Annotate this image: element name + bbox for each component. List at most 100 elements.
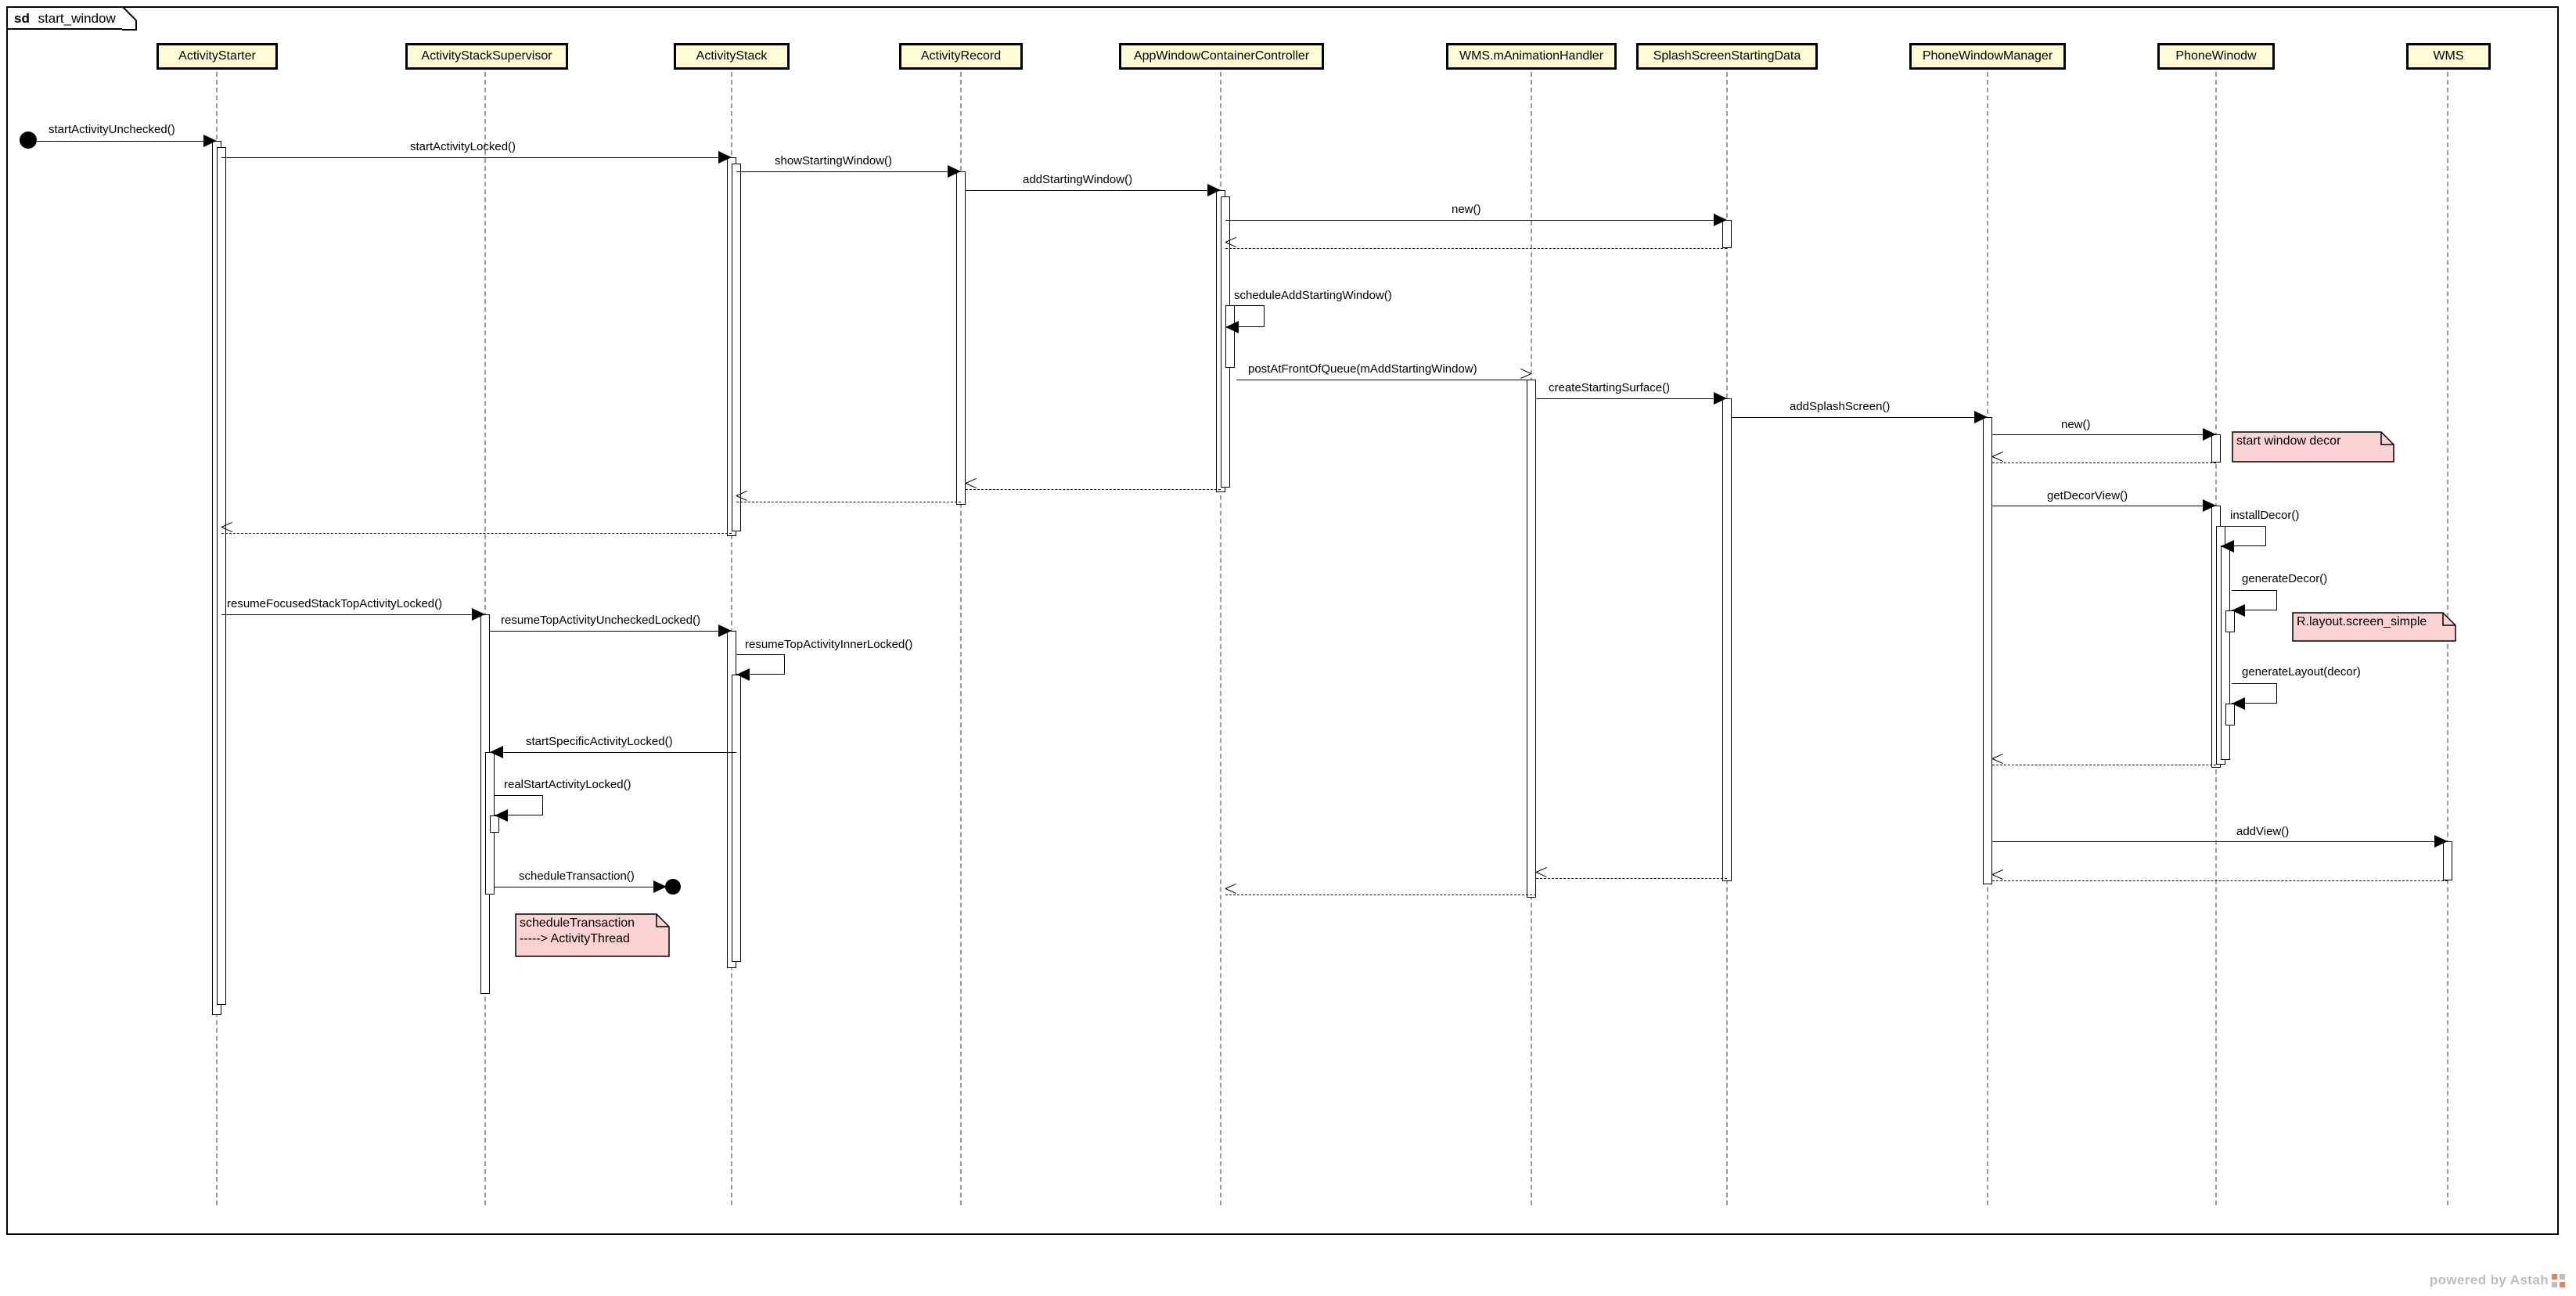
note-text: start window decor — [2236, 434, 2341, 448]
frame-title: start_window — [38, 11, 116, 26]
arrowhead-icon — [736, 668, 750, 681]
participant-label: PhoneWinodw — [2175, 49, 2257, 63]
note-text: scheduleTransaction -----> ActivityThrea… — [520, 916, 635, 945]
message-label-m19: resumeTopActivityUncheckedLocked() — [501, 614, 701, 627]
activation-bar-activityStarter — [217, 147, 226, 1005]
participant-appWindowContainerController[interactable]: AppWindowContainerController — [1119, 43, 1324, 70]
diagram-frame — [6, 6, 2559, 1235]
participant-label: WMS — [2433, 49, 2464, 63]
message-label-m14: installDecor() — [2230, 509, 2300, 522]
activation-bar-phoneWindowManager — [1983, 417, 1992, 884]
activation-bar-activityStack — [732, 675, 741, 962]
arrowhead-icon — [1714, 214, 1727, 226]
participant-label: ActivityStarter — [178, 49, 256, 63]
arrowhead-icon — [1992, 758, 2003, 771]
message-label-m13: getDecorView() — [2047, 489, 2128, 502]
arrowhead-icon — [2232, 697, 2245, 710]
participant-wms[interactable]: WMS — [2406, 43, 2491, 70]
message-line-m26 — [1536, 878, 1727, 879]
arrowhead-icon — [2203, 499, 2216, 512]
message-line-m25 — [1992, 880, 2448, 881]
arrowhead-icon — [1974, 411, 1988, 423]
arrowhead-icon — [1992, 874, 2003, 887]
activation-bar-wmsAnimationHandler — [1527, 380, 1536, 898]
arrowhead-icon — [1992, 456, 2003, 469]
frame-header-tab: sd start_window — [6, 6, 136, 30]
arrowhead-icon — [2232, 604, 2245, 617]
message-label-m20: resumeTopActivityInnerLocked() — [745, 638, 913, 651]
logo-quadrant — [2560, 1273, 2565, 1280]
participant-label: ActivityRecord — [920, 49, 1002, 63]
message-label-m08: postAtFrontOfQueue(mAddStartingWindow) — [1248, 362, 1477, 376]
arrowhead-icon — [1714, 392, 1727, 405]
message-line-m11 — [1992, 434, 2216, 435]
arrowhead-icon — [948, 165, 961, 178]
arrowhead-icon — [1520, 373, 1531, 386]
message-line-m10 — [1732, 417, 1988, 418]
arrowhead-icon — [495, 809, 508, 822]
message-line-m06 — [1225, 248, 1727, 249]
message-label-m23: scheduleTransaction() — [519, 869, 635, 883]
message-label-m04: addStartingWindow() — [1023, 173, 1133, 186]
arrowhead-icon — [1207, 184, 1221, 196]
participant-label: WMS.mAnimationHandler — [1459, 49, 1604, 63]
note-n3: scheduleTransaction -----> ActivityThrea… — [515, 913, 670, 957]
sequence-diagram-canvas: sd start_window startActivityUnchecked()… — [0, 0, 2576, 1296]
participant-activityStack[interactable]: ActivityStack — [674, 43, 790, 70]
lost-message-endpoint — [665, 879, 681, 895]
message-label-m09: createStartingSurface() — [1549, 381, 1671, 394]
message-line-m21 — [490, 752, 736, 753]
participant-activityRecord[interactable]: ActivityRecord — [899, 43, 1023, 70]
participant-splashScreenStartingData[interactable]: SplashScreenStartingData — [1636, 43, 1818, 70]
message-label-m05: new() — [1452, 203, 1481, 216]
message-line-m19 — [490, 631, 732, 632]
arrowhead-icon — [1225, 321, 1239, 333]
arrowhead-icon — [1225, 888, 1236, 901]
activation-bar-activityRecord — [956, 171, 966, 505]
participant-activityStackSupervisor[interactable]: ActivityStackSupervisor — [405, 43, 568, 70]
arrowhead-icon — [490, 746, 503, 758]
participant-label: ActivityStackSupervisor — [421, 49, 552, 63]
participant-activityStarter[interactable]: ActivityStarter — [157, 43, 278, 70]
participant-phoneWindow[interactable]: PhoneWinodw — [2157, 43, 2275, 70]
message-line-m01 — [28, 141, 217, 142]
arrowhead-icon — [1536, 872, 1547, 884]
watermark-text: powered by Astah — [2429, 1273, 2549, 1287]
message-label-m22: realStartActivityLocked() — [504, 778, 631, 791]
message-line-m24 — [1992, 841, 2448, 842]
message-line-m28 — [966, 489, 1221, 490]
message-line-m18 — [221, 614, 485, 615]
note-n1: start window decor — [2232, 431, 2394, 463]
arrowhead-icon — [1225, 242, 1236, 254]
arrowhead-icon — [718, 151, 732, 164]
participant-label: ActivityStack — [696, 49, 768, 63]
arrowhead-icon — [718, 625, 732, 637]
arrowhead-icon — [736, 495, 747, 508]
message-label-m18: resumeFocusedStackTopActivityLocked() — [227, 597, 443, 610]
message-line-m09 — [1536, 398, 1727, 399]
astah-logo-icon — [2552, 1273, 2565, 1287]
message-label-m02: startActivityLocked() — [410, 140, 516, 153]
arrowhead-icon — [203, 135, 217, 147]
message-label-m15: generateDecor() — [2242, 572, 2328, 585]
message-label-m10: addSplashScreen() — [1790, 400, 1891, 413]
message-line-m03 — [736, 171, 961, 172]
message-label-m07: scheduleAddStartingWindow() — [1234, 289, 1392, 302]
note-text: R.layout.screen_simple — [2297, 615, 2427, 628]
arrowhead-icon — [221, 527, 232, 539]
logo-quadrant — [2552, 1281, 2557, 1287]
participant-label: PhoneWindowManager — [1922, 49, 2053, 63]
activation-bar-activityStack — [732, 164, 741, 531]
participant-phoneWindowManager[interactable]: PhoneWindowManager — [1909, 43, 2066, 70]
arrowhead-icon — [2203, 428, 2216, 441]
message-label-m01: startActivityUnchecked() — [49, 123, 175, 136]
arrowhead-icon — [2434, 835, 2448, 848]
message-label-m03: showStartingWindow() — [775, 154, 893, 167]
arrowhead-icon — [966, 483, 977, 495]
arrowhead-icon — [2221, 540, 2234, 553]
activation-bar-splashScreenStartingData — [1722, 398, 1732, 881]
arrowhead-icon — [472, 608, 485, 621]
participant-wmsAnimationHandler[interactable]: WMS.mAnimationHandler — [1446, 43, 1617, 70]
frame-kind-keyword: sd — [14, 11, 30, 26]
message-label-m21: startSpecificActivityLocked() — [526, 735, 673, 748]
